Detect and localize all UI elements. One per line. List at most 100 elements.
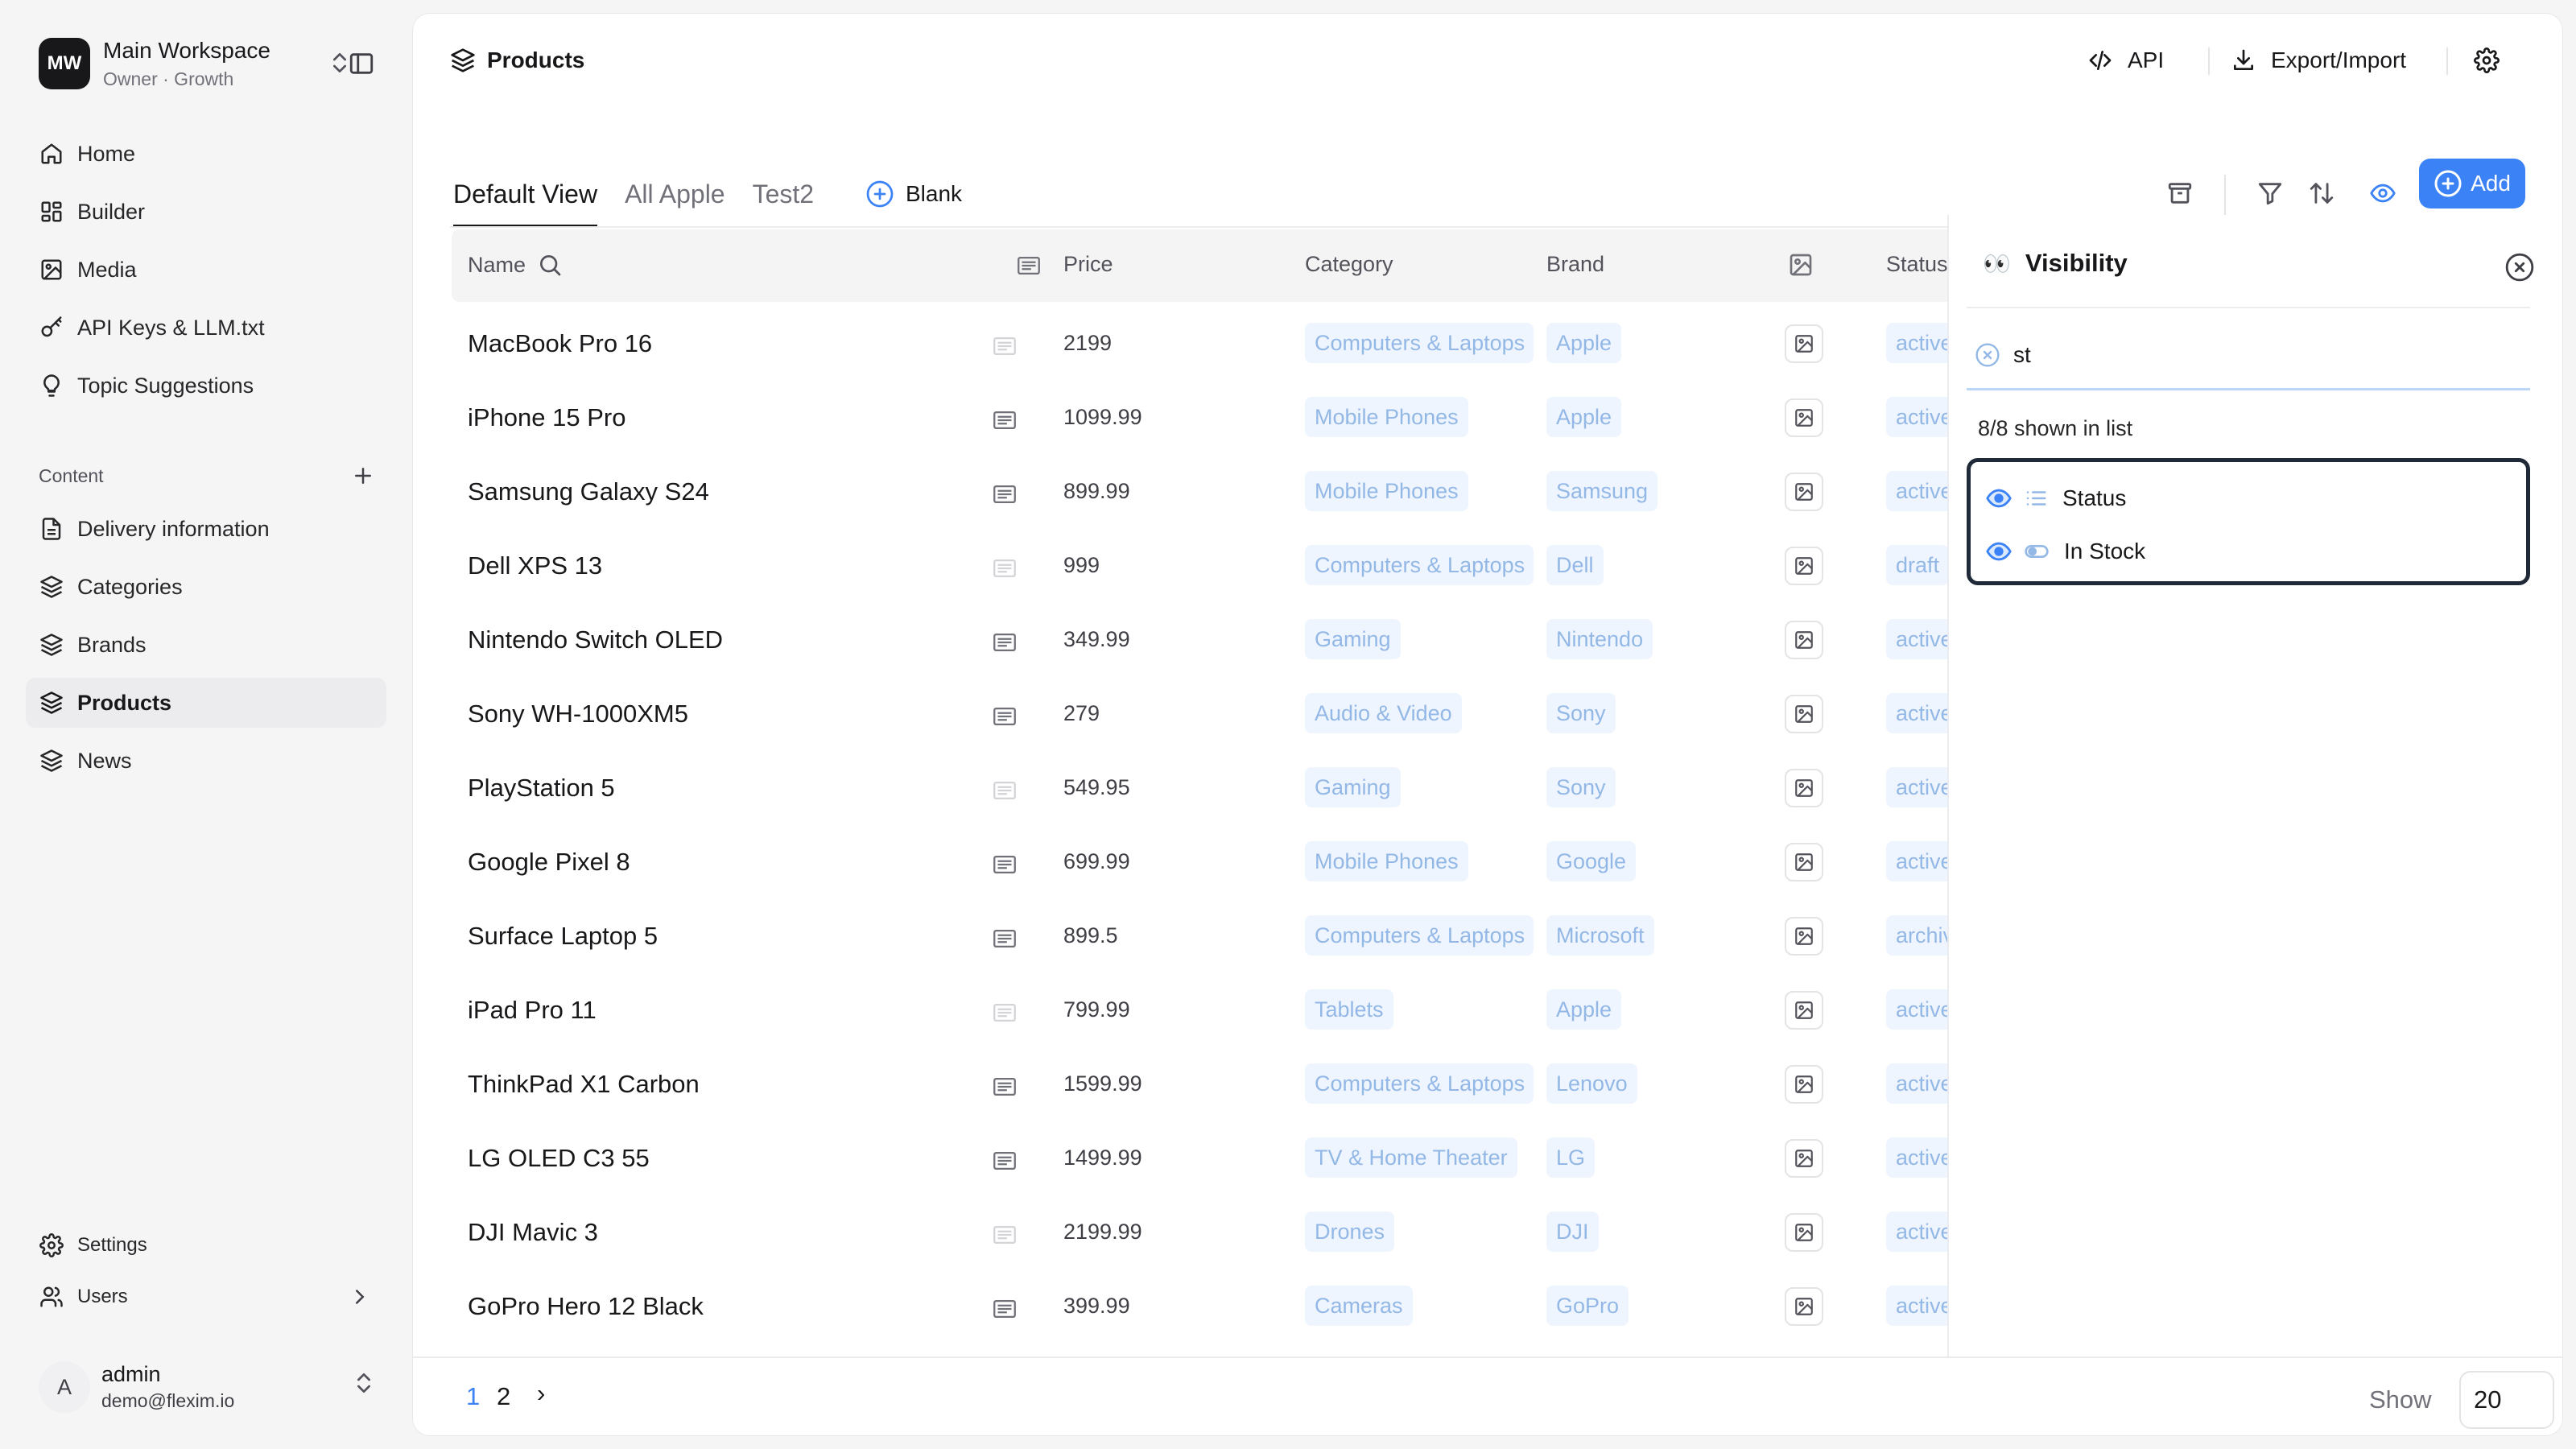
category-chip[interactable]: Gaming	[1305, 767, 1401, 807]
image-placeholder-icon[interactable]	[1785, 991, 1823, 1030]
brand-chip[interactable]: LG	[1546, 1137, 1596, 1178]
brand-chip[interactable]: Lenovo	[1546, 1063, 1637, 1104]
sort-icon[interactable]	[2308, 180, 2335, 207]
table-row[interactable]: Dell XPS 13 999 Computers & Laptops Dell dra…	[452, 529, 1957, 603]
table-row[interactable]: ThinkPad X1 Carbon 1599.99 Computers & Lap…	[452, 1047, 1957, 1121]
category-chip[interactable]: Gaming	[1305, 619, 1401, 659]
image-placeholder-icon[interactable]	[1785, 1065, 1823, 1104]
column-header-status[interactable]: Status	[1886, 252, 1948, 277]
filter-icon[interactable]	[2256, 180, 2284, 207]
add-content-type-icon[interactable]	[351, 464, 375, 488]
nav-media[interactable]: Media	[26, 245, 386, 295]
image-placeholder-icon[interactable]	[1785, 398, 1823, 437]
image-placeholder-icon[interactable]	[1785, 547, 1823, 585]
archive-icon[interactable]	[2166, 180, 2194, 207]
close-icon[interactable]	[2504, 252, 2535, 283]
image-placeholder-icon[interactable]	[1785, 1287, 1823, 1326]
image-placeholder-icon[interactable]	[1785, 1213, 1823, 1252]
nav-home[interactable]: Home	[26, 129, 386, 179]
nav-categories[interactable]: Categories	[26, 562, 386, 612]
visibility-item-in-stock[interactable]: In Stock	[1985, 531, 2145, 572]
table-row[interactable]: Surface Laptop 5 899.5 Computers & Laptops…	[452, 899, 1957, 973]
page-1-link[interactable]: 1	[466, 1382, 480, 1411]
category-chip[interactable]: Computers & Laptops	[1305, 323, 1534, 363]
product-name[interactable]: GoPro Hero 12 Black	[468, 1292, 704, 1321]
nav-delivery-information[interactable]: Delivery information	[26, 504, 386, 554]
product-name[interactable]: DJI Mavic 3	[468, 1218, 598, 1247]
user-menu[interactable]: A admin demo@flexim.io	[39, 1352, 377, 1422]
product-name[interactable]: Samsung Galaxy S24	[468, 477, 709, 506]
nav-brands[interactable]: Brands	[26, 620, 386, 670]
image-placeholder-icon[interactable]	[1785, 621, 1823, 659]
column-header-name[interactable]: Name	[468, 252, 563, 278]
brand-chip[interactable]: Sony	[1546, 767, 1616, 807]
category-chip[interactable]: TV & Home Theater	[1305, 1137, 1517, 1178]
table-row[interactable]: PlayStation 5 549.95 Gaming Sony active	[452, 751, 1957, 825]
nav-news[interactable]: News	[26, 736, 386, 786]
brand-chip[interactable]: Apple	[1546, 323, 1622, 363]
column-header-brand[interactable]: Brand	[1546, 252, 1604, 277]
category-chip[interactable]: Computers & Laptops	[1305, 1063, 1534, 1104]
table-row[interactable]: Nintendo Switch OLED 349.99 Gaming Nintendo…	[452, 603, 1957, 677]
brand-chip[interactable]: Sony	[1546, 693, 1616, 733]
table-row[interactable]: Sony WH-1000XM5 279 Audio & Video Sony activ…	[452, 677, 1957, 751]
product-name[interactable]: Sony WH-1000XM5	[468, 700, 688, 729]
api-button[interactable]: API	[2087, 47, 2164, 73]
product-name[interactable]: ThinkPad X1 Carbon	[468, 1070, 700, 1099]
column-header-category[interactable]: Category	[1305, 252, 1393, 277]
eye-icon[interactable]	[1985, 485, 2013, 512]
image-placeholder-icon[interactable]	[1785, 917, 1823, 956]
rich-text-column-icon[interactable]	[1004, 252, 1042, 279]
category-chip[interactable]: Mobile Phones	[1305, 841, 1468, 881]
product-name[interactable]: Dell XPS 13	[468, 551, 602, 580]
nav-builder[interactable]: Builder	[26, 187, 386, 237]
product-name[interactable]: iPhone 15 Pro	[468, 403, 625, 432]
product-name[interactable]: PlayStation 5	[468, 774, 615, 803]
brand-chip[interactable]: Microsoft	[1546, 915, 1654, 956]
nav-users[interactable]: Users	[26, 1272, 386, 1322]
sidebar-toggle-icon[interactable]	[348, 50, 375, 77]
brand-chip[interactable]: Apple	[1546, 397, 1622, 437]
table-row[interactable]: Samsung Galaxy S24 899.99 Mobile Phones Sam…	[452, 455, 1957, 529]
page-2-link[interactable]: 2	[497, 1382, 510, 1411]
category-chip[interactable]: Tablets	[1305, 989, 1393, 1030]
nav-settings[interactable]: Settings	[26, 1220, 386, 1270]
image-placeholder-icon[interactable]	[1785, 695, 1823, 733]
visibility-item-status[interactable]: Status	[1985, 478, 2126, 518]
image-placeholder-icon[interactable]	[1785, 324, 1823, 363]
nav-products[interactable]: Products	[26, 678, 386, 728]
eye-icon[interactable]	[2369, 180, 2396, 207]
product-name[interactable]: LG OLED C3 55	[468, 1144, 650, 1173]
settings-gear-icon[interactable]	[2474, 47, 2514, 73]
table-row[interactable]: Google Pixel 8 699.99 Mobile Phones Google a…	[452, 825, 1957, 899]
table-row[interactable]: iPhone 15 Pro 1099.99 Mobile Phones Apple ac…	[452, 381, 1957, 455]
product-name[interactable]: Surface Laptop 5	[468, 922, 658, 951]
category-chip[interactable]: Mobile Phones	[1305, 471, 1468, 511]
export-import-button[interactable]: Export/Import	[2231, 47, 2406, 73]
category-chip[interactable]: Mobile Phones	[1305, 397, 1468, 437]
page-size-input[interactable]: 20	[2459, 1371, 2554, 1429]
product-name[interactable]: MacBook Pro 16	[468, 329, 652, 358]
image-column-icon[interactable]	[1777, 252, 1814, 278]
brand-chip[interactable]: GoPro	[1546, 1286, 1629, 1326]
brand-chip[interactable]: Nintendo	[1546, 619, 1653, 659]
brand-chip[interactable]: Apple	[1546, 989, 1622, 1030]
eye-icon[interactable]	[1985, 538, 2013, 565]
product-name[interactable]: Nintendo Switch OLED	[468, 625, 723, 654]
brand-chip[interactable]: DJI	[1546, 1212, 1599, 1252]
product-name[interactable]: iPad Pro 11	[468, 996, 597, 1025]
table-row[interactable]: DJI Mavic 3 2199.99 Drones DJI active	[452, 1195, 1957, 1269]
table-row[interactable]: iPad Pro 11 799.99 Tablets Apple active	[452, 973, 1957, 1047]
brand-chip[interactable]: Google	[1546, 841, 1637, 881]
category-chip[interactable]: Audio & Video	[1305, 693, 1462, 733]
image-placeholder-icon[interactable]	[1785, 1139, 1823, 1178]
next-page-link[interactable]: ›	[537, 1379, 545, 1408]
brand-chip[interactable]: Samsung	[1546, 471, 1658, 511]
nav-topic-suggestions[interactable]: Topic Suggestions	[26, 361, 386, 411]
visibility-search-input[interactable]: st	[1967, 321, 2530, 390]
column-header-price[interactable]: Price	[1063, 252, 1113, 277]
table-row[interactable]: LG OLED C3 55 1499.99 TV & Home Theater LG a…	[452, 1121, 1957, 1195]
brand-chip[interactable]: Dell	[1546, 545, 1604, 585]
image-placeholder-icon[interactable]	[1785, 843, 1823, 881]
clear-search-icon[interactable]	[1967, 342, 2013, 368]
